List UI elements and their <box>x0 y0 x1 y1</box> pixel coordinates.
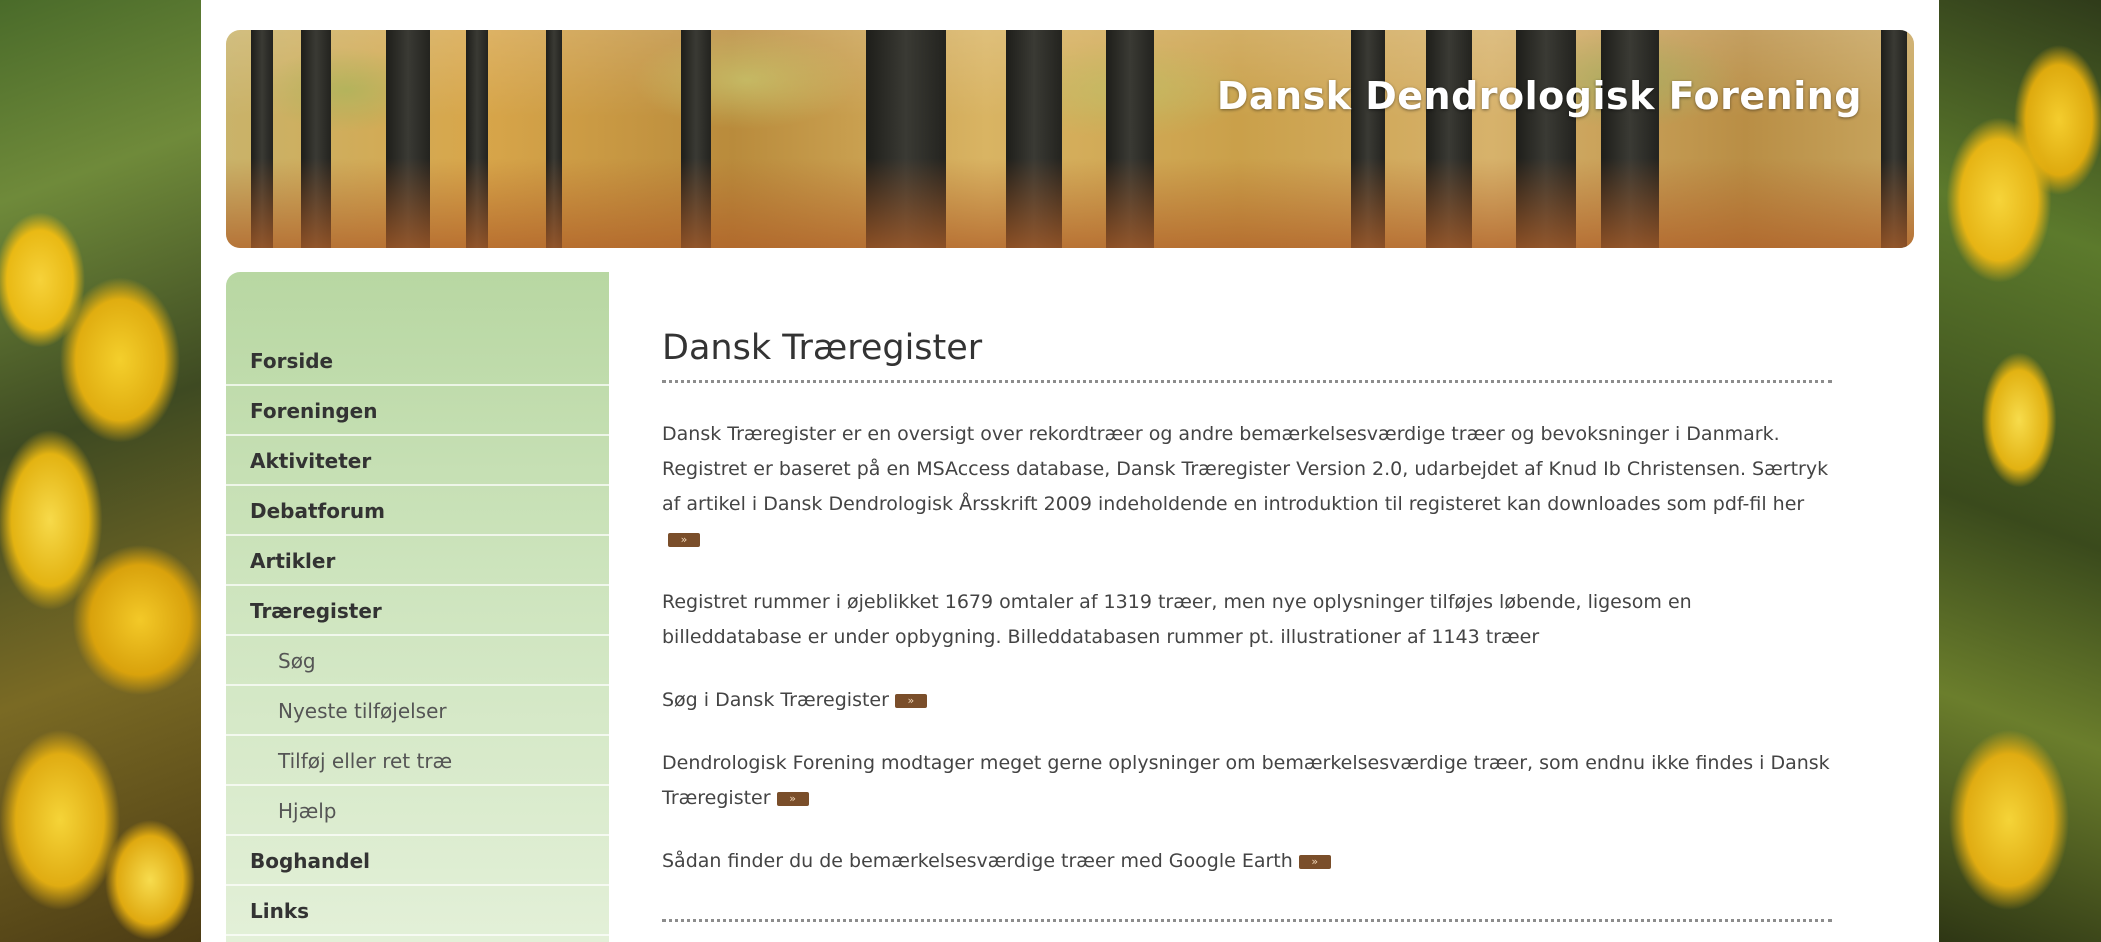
search-register-link[interactable]: Søg i Dansk Træregister <box>662 689 889 711</box>
decorative-flower-background-right <box>1939 0 2101 942</box>
nav-subitem-hjaelp[interactable]: Hjælp <box>226 786 609 836</box>
search-link-paragraph: Søg i Dansk Træregister » <box>662 683 1832 718</box>
stats-paragraph: Registret rummer i øjeblikket 1679 omtal… <box>662 585 1832 655</box>
google-earth-link[interactable]: Sådan finder du de bemærkelsesværdige tr… <box>662 850 1293 872</box>
nav-item-links[interactable]: Links <box>226 886 609 936</box>
nav-menu: Forside Foreningen Aktiviteter Debatforu… <box>226 336 609 936</box>
intro-paragraph: Dansk Træregister er en oversigt over re… <box>662 417 1832 557</box>
bottom-divider <box>662 919 1832 922</box>
nav-item-foreningen[interactable]: Foreningen <box>226 386 609 436</box>
stats-text: Registret rummer i øjeblikket 1679 omtal… <box>662 591 1692 648</box>
nav-item-forside[interactable]: Forside <box>226 336 609 386</box>
sidebar-navigation: Forside Foreningen Aktiviteter Debatforu… <box>226 272 609 942</box>
nav-subitem-tilfoej-eller-ret-trae[interactable]: Tilføj eller ret træ <box>226 736 609 786</box>
google-earth-arrow-icon[interactable]: » <box>1298 854 1331 869</box>
header-banner: Dansk Dendrologisk Forening <box>226 30 1914 248</box>
decorative-flower-background-left <box>0 0 201 942</box>
nav-item-boghandel[interactable]: Boghandel <box>226 836 609 886</box>
page-container: Dansk Dendrologisk Forening Forside Fore… <box>201 0 1939 942</box>
page-title: Dansk Træregister <box>662 328 983 368</box>
nav-item-debatforum[interactable]: Debatforum <box>226 486 609 536</box>
pdf-download-arrow-icon[interactable]: » <box>668 532 700 547</box>
banner-forest-floor <box>226 158 1914 248</box>
intro-text: Dansk Træregister er en oversigt over re… <box>662 423 1829 515</box>
google-earth-paragraph: Sådan finder du de bemærkelsesværdige tr… <box>662 844 1832 879</box>
site-logo-title[interactable]: Dansk Dendrologisk Forening <box>1217 74 1862 118</box>
nav-item-artikler[interactable]: Artikler <box>226 536 609 586</box>
contribute-text: Dendrologisk Forening modtager meget ger… <box>662 752 1830 809</box>
nav-item-aktiviteter[interactable]: Aktiviteter <box>226 436 609 486</box>
contribute-paragraph: Dendrologisk Forening modtager meget ger… <box>662 746 1832 816</box>
nav-item-traeregister[interactable]: Træregister <box>226 586 609 636</box>
title-divider <box>662 380 1832 383</box>
nav-subitem-nyeste-tilfoejelser[interactable]: Nyeste tilføjelser <box>226 686 609 736</box>
contribute-arrow-icon[interactable]: » <box>776 791 809 806</box>
search-arrow-icon[interactable]: » <box>894 693 927 708</box>
main-content: Dansk Træregister Dansk Træregister er e… <box>662 320 1832 922</box>
nav-subitem-soeg[interactable]: Søg <box>226 636 609 686</box>
